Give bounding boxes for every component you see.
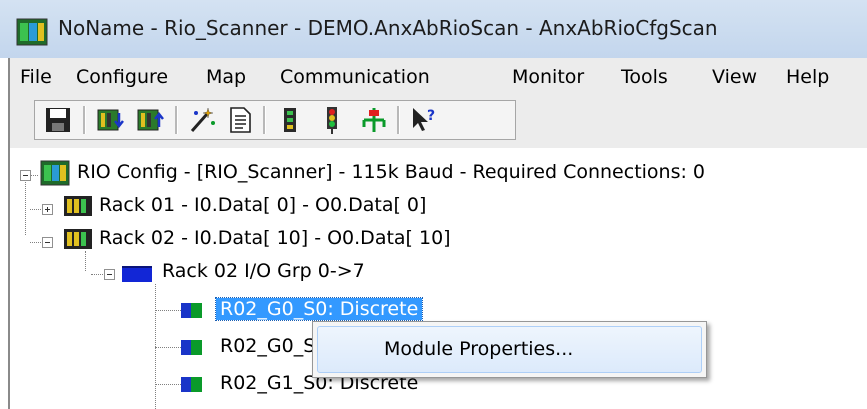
io-module-icon[interactable] bbox=[275, 105, 305, 135]
tree-rack-02-label[interactable]: Rack 02 - I0.Data[ 10] - O0.Data[ 10] bbox=[99, 227, 451, 249]
tree-module-item[interactable]: R02_G0_S bbox=[220, 335, 315, 357]
tree-connector bbox=[30, 242, 41, 243]
tree-connector bbox=[155, 384, 181, 385]
tree-connector bbox=[155, 310, 181, 311]
save-icon[interactable] bbox=[43, 105, 73, 135]
menu-bar: File Configure Map Communication Monitor… bbox=[8, 58, 867, 96]
context-menu: Module Properties... bbox=[312, 321, 707, 378]
menu-view[interactable]: View bbox=[712, 66, 757, 88]
network-icon[interactable] bbox=[359, 105, 389, 135]
menu-configure[interactable]: Configure bbox=[76, 66, 168, 88]
wizard-icon[interactable] bbox=[187, 105, 217, 135]
discrete-module-icon bbox=[181, 303, 202, 318]
expander-root[interactable] bbox=[20, 170, 31, 181]
tree-connector bbox=[30, 209, 41, 210]
tree-io-group-label[interactable]: Rack 02 I/O Grp 0->7 bbox=[162, 260, 365, 282]
expander-io-group[interactable] bbox=[104, 269, 115, 280]
menu-file[interactable]: File bbox=[20, 66, 52, 88]
svg-text:?: ? bbox=[427, 108, 435, 124]
rack-upload-icon[interactable] bbox=[135, 105, 165, 135]
io-group-icon bbox=[122, 266, 152, 282]
menu-help[interactable]: Help bbox=[786, 66, 829, 88]
tree-connector bbox=[155, 347, 181, 348]
tree-rack-01-label[interactable]: Rack 01 - I0.Data[ 0] - O0.Data[ 0] bbox=[99, 194, 426, 216]
toolbar-group: ? bbox=[34, 100, 516, 140]
menu-item-module-properties[interactable]: Module Properties... bbox=[317, 326, 702, 373]
app-window: NoName - Rio_Scanner - DEMO.AnxAbRioScan… bbox=[0, 0, 867, 409]
title-bar[interactable]: NoName - Rio_Scanner - DEMO.AnxAbRioScan… bbox=[0, 0, 867, 58]
tree-module-selected[interactable]: R02_G0_S0: Discrete bbox=[214, 297, 424, 321]
rack-icon bbox=[64, 229, 92, 249]
window-title: NoName - Rio_Scanner - DEMO.AnxAbRioScan… bbox=[58, 16, 718, 40]
menu-tools[interactable]: Tools bbox=[621, 66, 668, 88]
tree-root-label[interactable]: RIO Config - [RIO_Scanner] - 115k Baud -… bbox=[77, 161, 705, 183]
tree-connector bbox=[30, 175, 38, 176]
discrete-module-icon bbox=[181, 377, 202, 392]
rack-app-icon bbox=[16, 18, 48, 46]
toolbar-separator bbox=[83, 106, 86, 134]
help-pointer-icon[interactable]: ? bbox=[409, 105, 439, 135]
rack-icon bbox=[64, 196, 92, 216]
expander-rack-02[interactable] bbox=[42, 237, 53, 248]
rack-download-icon[interactable] bbox=[95, 105, 125, 135]
menu-map[interactable]: Map bbox=[206, 66, 246, 88]
rack-app-icon bbox=[40, 160, 70, 186]
toolbar-separator bbox=[397, 106, 400, 134]
toolbar-separator bbox=[175, 106, 178, 134]
document-icon[interactable] bbox=[225, 105, 255, 135]
discrete-module-icon bbox=[181, 340, 202, 355]
toolbar: ? bbox=[8, 96, 867, 148]
menu-item-label: Module Properties... bbox=[384, 338, 574, 360]
tree-connector bbox=[91, 274, 103, 275]
expander-rack-01[interactable] bbox=[42, 204, 53, 215]
menu-communication[interactable]: Communication bbox=[280, 66, 430, 88]
tree-connector bbox=[25, 179, 26, 235]
toolbar-separator bbox=[263, 106, 266, 134]
traffic-light-icon[interactable] bbox=[317, 105, 347, 135]
menu-monitor[interactable]: Monitor bbox=[512, 66, 584, 88]
tree-connector bbox=[85, 251, 86, 271]
